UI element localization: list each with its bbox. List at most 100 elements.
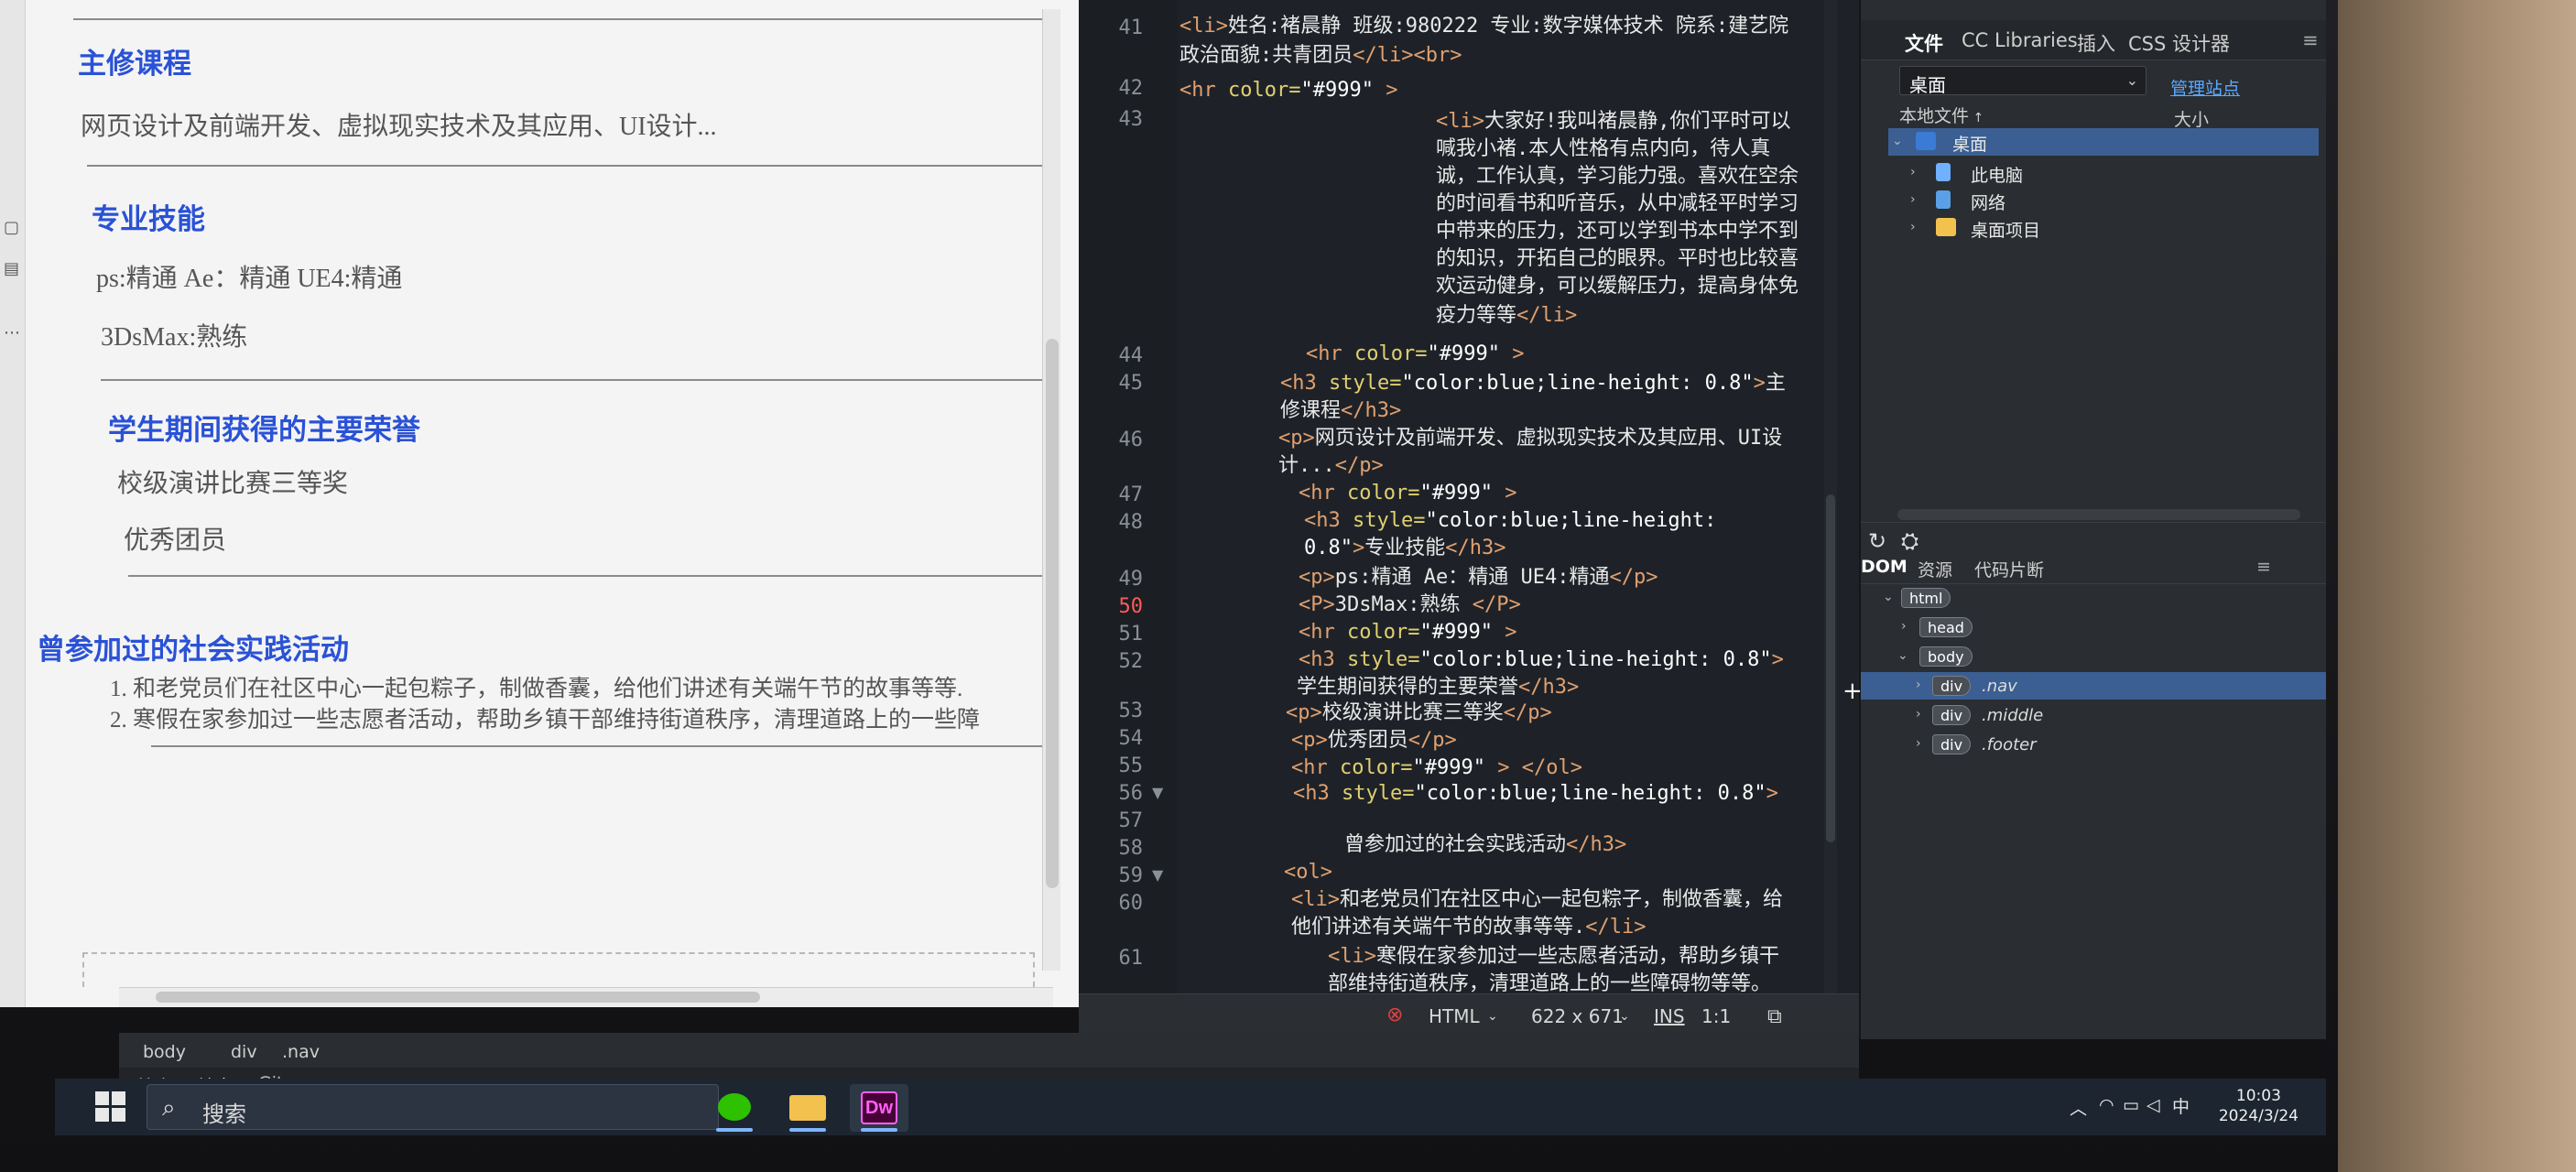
code-line[interactable]: <hr color="#999" > </ol> bbox=[1291, 754, 1582, 782]
code-line[interactable]: <li>寒假在家参加过一些志愿者活动，帮助乡镇干 bbox=[1328, 943, 1779, 971]
explorer-taskbar-button[interactable] bbox=[778, 1084, 837, 1132]
chevron-right-icon[interactable]: › bbox=[1910, 192, 1916, 207]
tag-nav[interactable]: .nav bbox=[282, 1042, 320, 1062]
wechat-taskbar-button[interactable] bbox=[705, 1084, 764, 1132]
dom-node-div-nav[interactable]: › div .nav bbox=[1861, 672, 2326, 700]
more-icon[interactable]: ⋯ bbox=[4, 325, 20, 342]
tree-item-network[interactable]: › 网络 bbox=[1888, 187, 2319, 214]
dom-node-html[interactable]: ⌄ html bbox=[1861, 584, 2326, 612]
scroll-thumb[interactable] bbox=[1046, 339, 1059, 888]
code-line[interactable]: <h3 style="color:blue;line-height: 0.8"> bbox=[1299, 646, 1784, 674]
code-line[interactable]: 曾参加过的社会实践活动</h3> bbox=[1344, 831, 1626, 859]
toolbar-icon[interactable]: ▤ bbox=[4, 261, 20, 277]
windows-start-icon[interactable] bbox=[95, 1091, 126, 1123]
code-line[interactable]: <hr color="#999" > bbox=[1179, 77, 1397, 104]
code-line[interactable]: 中带来的压力，还可以学到书本中学不到 bbox=[1436, 218, 1799, 245]
battery-icon[interactable]: ▭ bbox=[2123, 1095, 2139, 1115]
code-line[interactable]: <li>大家好!我叫褚晨静,你们平时可以 bbox=[1436, 108, 1790, 136]
manage-sites-link[interactable]: 管理站点 bbox=[2170, 75, 2240, 100]
code-line[interactable]: 的时间看书和听音乐，从中减轻平时学习 bbox=[1436, 190, 1799, 218]
error-icon[interactable]: ⊗ bbox=[1386, 1004, 1403, 1026]
code-line[interactable]: 疫力等等</li> bbox=[1436, 302, 1577, 330]
chevron-down-icon[interactable]: ⌄ bbox=[1897, 648, 1908, 663]
horizontal-scrollbar[interactable] bbox=[119, 987, 1053, 1007]
tree-item-this-pc[interactable]: › 此电脑 bbox=[1888, 159, 2319, 187]
tag-div[interactable]: div bbox=[231, 1042, 257, 1062]
code-line[interactable]: <li>和老党员们在社区中心一起包粽子，制做香囊，给 bbox=[1291, 886, 1783, 914]
wifi-icon[interactable]: ◠ bbox=[2099, 1095, 2114, 1115]
chevron-up-icon[interactable]: ︿ bbox=[2070, 1095, 2087, 1120]
code-line[interactable]: <hr color="#999" > bbox=[1306, 341, 1524, 368]
code-line[interactable]: 喊我小褚.本人性格有点内向，待人真 bbox=[1436, 136, 1770, 163]
fold-arrow-icon[interactable]: ▼ bbox=[1152, 866, 1163, 884]
code-line[interactable]: <ol> bbox=[1284, 859, 1332, 886]
document-type-select[interactable]: HTML bbox=[1429, 1005, 1480, 1027]
code-line[interactable]: <hr color="#999" > bbox=[1299, 619, 1516, 646]
panel-menu-icon[interactable]: ≡ bbox=[2256, 557, 2271, 577]
code-line[interactable]: <P>3DsMax:熟练 </P> bbox=[1299, 591, 1521, 619]
tree-item-desktop-project[interactable]: › 桌面项目 bbox=[1888, 214, 2319, 242]
toolbar-icon[interactable]: ▢ bbox=[4, 220, 20, 236]
tab-css-designer[interactable]: CSS 设计器 bbox=[2128, 29, 2230, 57]
tab-dom[interactable]: DOM bbox=[1861, 557, 1908, 577]
insert-mode[interactable]: INS bbox=[1654, 1005, 1685, 1027]
window-size-select[interactable]: 622 x 671 bbox=[1531, 1005, 1624, 1027]
chevron-right-icon[interactable]: › bbox=[1916, 678, 1921, 692]
tab-snippets[interactable]: 代码片断 bbox=[1974, 557, 2044, 581]
local-files-label[interactable]: 本地文件 bbox=[1899, 106, 1969, 126]
code-line[interactable]: <p>优秀团员</p> bbox=[1291, 727, 1457, 754]
code-line[interactable]: 学生期间获得的主要荣誉</h3> bbox=[1297, 674, 1579, 701]
code-line[interactable]: <hr color="#999" > bbox=[1299, 480, 1516, 507]
connect-icon[interactable]: ⛭ bbox=[1901, 528, 1918, 554]
code-line[interactable]: <li>姓名:褚晨静 班级:980222 专业:数字媒体技术 院系:建艺院 bbox=[1179, 13, 1788, 40]
chevron-down-icon[interactable]: ⌄ bbox=[1883, 590, 1894, 604]
chevron-right-icon[interactable]: › bbox=[1910, 165, 1916, 179]
scroll-thumb[interactable] bbox=[1826, 494, 1835, 842]
code-line[interactable]: 0.8">专业技能</h3> bbox=[1304, 535, 1505, 562]
code-line[interactable]: <h3 style="color:blue;line-height: 0.8"> bbox=[1293, 780, 1778, 808]
code-line[interactable]: 诚，工作认真，学习能力强。喜欢在空余 bbox=[1436, 163, 1799, 190]
taskbar-search[interactable]: ⌕ 搜索 bbox=[147, 1084, 719, 1130]
scroll-thumb[interactable] bbox=[156, 992, 760, 1003]
tag-body[interactable]: body bbox=[143, 1042, 186, 1062]
dreamweaver-taskbar-button[interactable]: Dw bbox=[850, 1084, 908, 1132]
code-line[interactable]: <p>校级演讲比赛三等奖</p> bbox=[1286, 700, 1552, 727]
files-hscrollbar[interactable] bbox=[1897, 509, 2300, 520]
clock[interactable]: 10:03 2024/3/24 bbox=[2219, 1086, 2299, 1126]
code-line[interactable]: 政治面貌:共青团员</li><br> bbox=[1179, 42, 1462, 70]
code-line[interactable]: 欢运动健身，可以缓解压力，提高身体免 bbox=[1436, 273, 1799, 300]
add-element-icon[interactable]: + bbox=[1842, 678, 1863, 705]
site-select[interactable]: 桌面 ⌄ bbox=[1899, 66, 2147, 96]
panel-menu-icon[interactable]: ≡ bbox=[2302, 29, 2319, 51]
code-scrollbar[interactable] bbox=[1824, 0, 1837, 1003]
preview-icon[interactable]: ⧉ bbox=[1767, 1005, 1782, 1028]
chevron-right-icon[interactable]: › bbox=[1901, 619, 1907, 634]
volume-icon[interactable]: ◁ bbox=[2147, 1095, 2160, 1115]
tab-assets[interactable]: 资源 bbox=[1918, 557, 1952, 581]
chevron-right-icon[interactable]: › bbox=[1916, 736, 1921, 751]
code-line[interactable]: 计...</p> bbox=[1278, 452, 1384, 480]
dom-node-head[interactable]: › head bbox=[1861, 613, 2326, 641]
tab-insert[interactable]: 插入 bbox=[2077, 29, 2115, 57]
code-line[interactable]: 他们讲述有关端午节的故事等等.</li> bbox=[1291, 914, 1646, 941]
code-line[interactable]: <h3 style="color:blue;line-height: bbox=[1304, 507, 1716, 535]
code-line[interactable]: <p>网页设计及前端开发、虚拟现实技术及其应用、UI设 bbox=[1278, 425, 1782, 452]
dom-node-div-middle[interactable]: › div .middle bbox=[1861, 701, 2326, 729]
code-view[interactable]: 41 42 43 44 45 46 47 48 49 50 51 52 53 5… bbox=[1079, 0, 1859, 1003]
tab-cc-libraries[interactable]: CC Libraries bbox=[1962, 29, 2078, 51]
code-line[interactable]: 的知识，开拓自己的眼界。平时也比较喜 bbox=[1436, 245, 1799, 273]
fold-arrow-icon[interactable]: ▼ bbox=[1152, 784, 1163, 801]
tree-item-desktop[interactable]: ⌄ 桌面 bbox=[1888, 128, 2319, 156]
code-line[interactable]: 修课程</h3> bbox=[1280, 397, 1401, 425]
chevron-right-icon[interactable]: › bbox=[1910, 220, 1916, 234]
dom-node-body[interactable]: ⌄ body bbox=[1861, 643, 2326, 670]
vertical-scrollbar[interactable] bbox=[1042, 9, 1060, 971]
tab-files[interactable]: 文件 bbox=[1905, 29, 1943, 57]
chevron-down-icon[interactable]: ⌄ bbox=[1892, 134, 1903, 148]
code-line[interactable]: <h3 style="color:blue;line-height: 0.8">… bbox=[1280, 370, 1786, 397]
code-line[interactable]: <p>ps:精通 Ae：精通 UE4:精通</p> bbox=[1299, 564, 1658, 591]
dom-node-div-footer[interactable]: › div .footer bbox=[1861, 731, 2326, 758]
chevron-right-icon[interactable]: › bbox=[1916, 707, 1921, 722]
ime-indicator[interactable]: 中 bbox=[2172, 1093, 2190, 1118]
refresh-icon[interactable]: ↻ bbox=[1868, 528, 1886, 554]
